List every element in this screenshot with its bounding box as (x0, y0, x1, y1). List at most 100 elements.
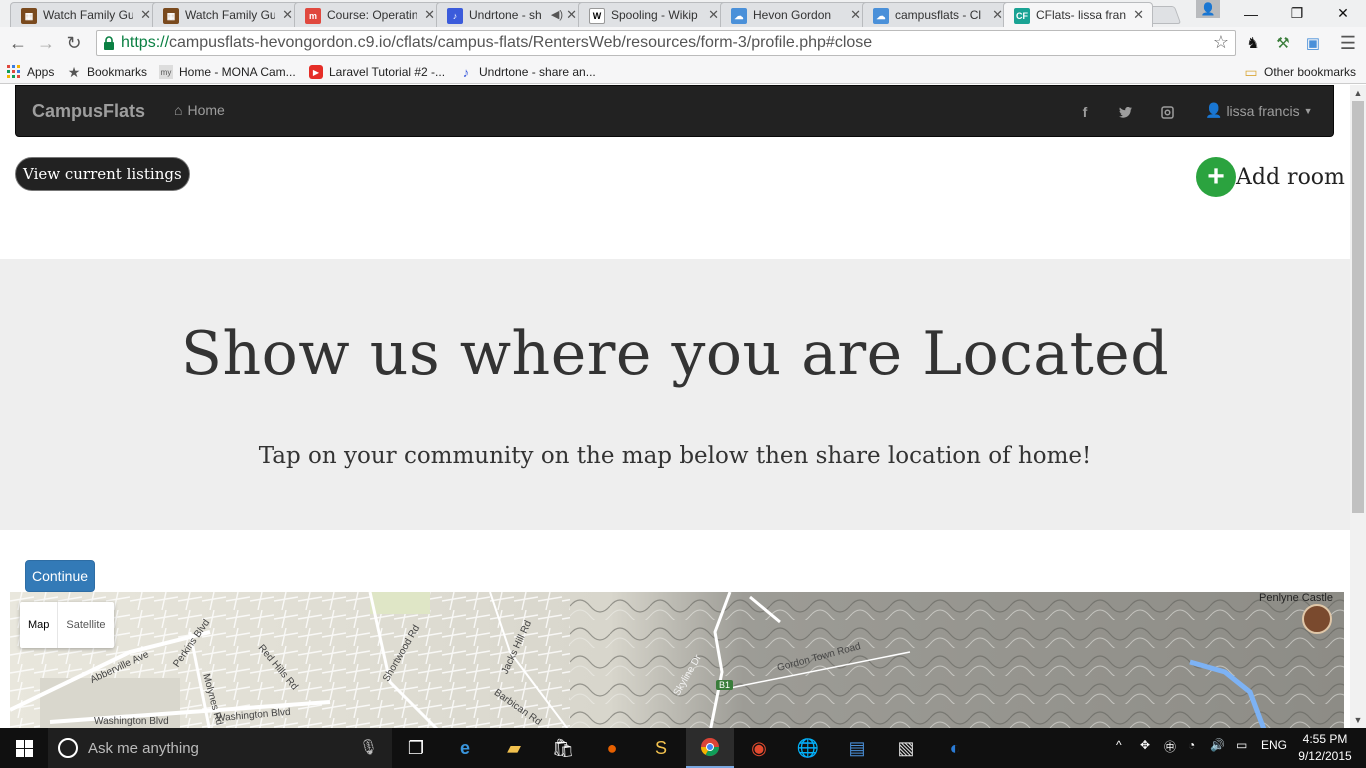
browser-tab[interactable]: ▦ Watch Family Gu ✕ (10, 2, 160, 27)
star-icon: ★ (67, 63, 81, 80)
user-dropdown[interactable]: 👤 lissa francis ▼ (1205, 102, 1313, 119)
instagram-icon[interactable] (1157, 102, 1177, 122)
tab-label: CFlats- lissa franc (1036, 8, 1126, 22)
task-view-icon[interactable]: ❐ (392, 728, 440, 768)
bookmark-label: Home - MONA Cam... (179, 65, 296, 79)
scroll-up-icon[interactable]: ▲ (1350, 85, 1366, 101)
sublime-icon[interactable]: S (637, 728, 685, 768)
scroll-thumb[interactable] (1352, 101, 1364, 513)
bookmarks-bar: Apps ★ Bookmarks my Home - MONA Cam... ▶… (0, 59, 1366, 84)
ime-icon[interactable]: ㊥ (1164, 738, 1176, 755)
bookmark-label: Undrtone - share an... (479, 65, 596, 79)
plus-circle-icon: + (1196, 157, 1236, 197)
vertical-scrollbar[interactable]: ▲ ▼ (1350, 85, 1366, 728)
restore-icon[interactable]: ❐ (1274, 0, 1320, 27)
globe-icon[interactable]: 🌐 (784, 728, 832, 768)
app-icon[interactable]: ▧ (882, 728, 930, 768)
page-icon: my (159, 65, 173, 79)
nav-home-link[interactable]: ⌂ Home (174, 102, 225, 118)
youtube-icon: ▶ (309, 65, 323, 79)
add-room-label: Add room (1236, 164, 1345, 190)
media-player-icon[interactable]: ◉ (735, 728, 783, 768)
browser-tab[interactable]: ☁ Hevon Gordon ✕ (720, 2, 870, 27)
bookmark-mona[interactable]: my Home - MONA Cam... (159, 63, 296, 81)
window-close-icon[interactable]: ✕ (1320, 0, 1366, 27)
app-icon[interactable]: ◐ (931, 728, 979, 768)
extension-icon[interactable]: ⚒ (1273, 33, 1293, 53)
map-type-map[interactable]: Map (20, 602, 59, 648)
tab-label: campusflats - Cl (895, 8, 982, 22)
close-icon[interactable]: ✕ (992, 7, 1003, 23)
bookmark-apps[interactable]: Apps (7, 63, 54, 81)
tab-label: Spooling - Wikip (611, 8, 698, 22)
continue-button[interactable]: Continue (25, 560, 96, 592)
language-indicator[interactable]: ENG (1261, 738, 1287, 752)
bookmark-label: Laravel Tutorial #2 -... (329, 65, 446, 79)
close-icon[interactable]: ✕ (140, 7, 151, 23)
chrome-icon[interactable] (686, 728, 734, 768)
address-bar[interactable]: https://campusflats-hevongordon.c9.io/cf… (96, 30, 1236, 56)
cloud9-icon: ☁ (873, 8, 889, 24)
add-room-button[interactable]: + Add room (1196, 157, 1345, 197)
back-icon[interactable]: ← (6, 31, 30, 55)
clock-time: 4:55 PM (1302, 732, 1348, 746)
scroll-down-icon[interactable]: ▼ (1350, 712, 1366, 728)
bookmark-label: Bookmarks (87, 65, 148, 79)
facebook-icon[interactable]: f (1075, 102, 1095, 122)
forward-icon[interactable]: → (34, 31, 58, 55)
search-placeholder: Ask me anything (88, 739, 199, 757)
folder-icon: ▭ (1244, 63, 1258, 80)
app-icon[interactable]: ▤ (833, 728, 881, 768)
volume-icon[interactable]: 🔊 (1210, 738, 1225, 752)
map-type-satellite[interactable]: Satellite (58, 602, 113, 648)
apps-grid-icon (7, 65, 21, 79)
file-explorer-icon[interactable]: ▰ (490, 728, 538, 768)
browser-tab[interactable]: m Course: Operatin ✕ (294, 2, 444, 27)
bookmark-undrtone[interactable]: ♪ Undrtone - share an... (459, 63, 596, 81)
menu-icon[interactable]: ☰ (1338, 33, 1358, 53)
bookmark-bookmarks[interactable]: ★ Bookmarks (67, 63, 147, 81)
undrtone-icon: ♪ (462, 64, 470, 80)
bookmark-laravel[interactable]: ▶ Laravel Tutorial #2 -... (309, 63, 445, 81)
minimize-icon[interactable]: — (1228, 0, 1274, 27)
edge-icon[interactable]: e (441, 728, 489, 768)
brand-link[interactable]: CampusFlats (32, 101, 145, 122)
windows-taskbar: Ask me anything 🎙 ❐ e ▰ 🛍 ● S ◉ 🌐 ▤ ▧ ◐ … (0, 728, 1366, 768)
store-icon[interactable]: 🛍 (539, 728, 587, 768)
close-icon[interactable]: ✕ (566, 7, 577, 23)
browser-toolbar: ← → ↻ https://campusflats-hevongordon.c9… (0, 27, 1366, 59)
extension-icon[interactable]: ♞ (1243, 33, 1263, 53)
view-listings-button[interactable]: View current listings (15, 157, 190, 191)
close-icon[interactable]: ✕ (1133, 7, 1144, 23)
bookmark-star-icon[interactable]: ☆ (1213, 32, 1229, 53)
tab-label: Undrtone - sh (469, 8, 542, 22)
firefox-icon[interactable]: ● (588, 728, 636, 768)
browser-tab[interactable]: W Spooling - Wikip ✕ (578, 2, 728, 27)
location-marker-avatar[interactable] (1302, 604, 1332, 634)
close-icon[interactable]: ✕ (850, 7, 861, 23)
tab-label: Watch Family Gu (185, 8, 275, 22)
other-bookmarks[interactable]: ▭ Other bookmarks (1244, 63, 1356, 81)
extension-icon[interactable]: ▣ (1303, 33, 1323, 53)
windows-start-icon[interactable] (0, 728, 48, 768)
location-map[interactable]: Map Satellite Perkins Blvd Abberville Av… (10, 592, 1344, 728)
dropbox-icon[interactable]: ✥ (1140, 738, 1150, 752)
user-profile-icon[interactable]: 👤 (1196, 0, 1220, 18)
clock-date: 9/12/2015 (1298, 749, 1352, 763)
close-icon[interactable]: ✕ (424, 7, 435, 23)
close-icon[interactable]: ✕ (708, 7, 719, 23)
chevron-up-icon[interactable]: ^ (1116, 738, 1122, 752)
browser-tab[interactable]: ☁ campusflats - Cl ✕ (862, 2, 1012, 27)
twitter-icon[interactable] (1115, 102, 1135, 122)
notification-icon[interactable]: ▭ (1236, 738, 1247, 752)
lock-icon (104, 36, 114, 50)
browser-tab-active[interactable]: CF CFlats- lissa franc ✕ (1003, 2, 1153, 27)
browser-tab[interactable]: ♪ Undrtone - sh ◀) ✕ (436, 2, 586, 27)
wifi-icon[interactable]: ◔ (1188, 738, 1195, 752)
browser-tab[interactable]: ▦ Watch Family Gu ✕ (152, 2, 302, 27)
reload-icon[interactable]: ↻ (62, 31, 86, 55)
microphone-icon[interactable]: 🎙 (359, 738, 378, 756)
cortana-search[interactable]: Ask me anything 🎙 (48, 728, 392, 768)
system-clock[interactable]: 4:55 PM 9/12/2015 (1294, 731, 1356, 765)
close-icon[interactable]: ✕ (282, 7, 293, 23)
